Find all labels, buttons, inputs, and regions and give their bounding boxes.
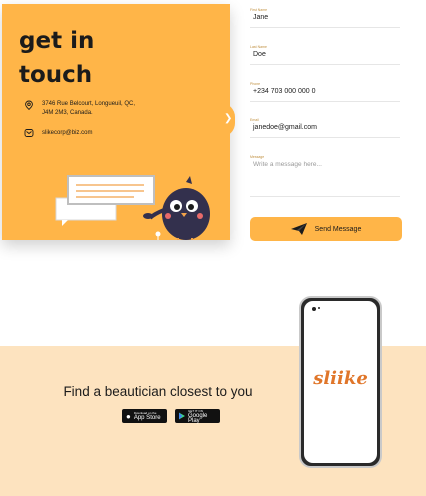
sliike-logo: sliike: [313, 368, 368, 389]
send-message-button[interactable]: Send Message: [250, 217, 402, 241]
first-name-field[interactable]: First Name Jane: [250, 8, 400, 28]
google-play-big-text: Google Play: [188, 412, 208, 424]
contact-card: get in touch 3746 Rue Belcourt, Longueui…: [2, 4, 230, 240]
promo-headline: Find a beautician closest to you: [63, 384, 253, 399]
last-name-field[interactable]: Last Name Doe: [250, 45, 400, 65]
email-text[interactable]: slikecorp@biz.com: [42, 128, 142, 138]
google-play-icon: [179, 412, 185, 420]
first-name-value[interactable]: Jane: [250, 13, 400, 23]
phone-field[interactable]: Phone +234 703 000 000 0: [250, 82, 400, 102]
email-field[interactable]: Email janedoe@gmail.com: [250, 118, 400, 138]
apple-icon: ●: [126, 411, 131, 421]
message-placeholder[interactable]: Write a message here...: [250, 160, 400, 170]
location-pin-icon: [25, 100, 33, 110]
paper-plane-icon: [290, 223, 307, 235]
slide-toggle-button[interactable]: ❯: [221, 103, 235, 137]
phone-value[interactable]: +234 703 000 000 0: [250, 87, 400, 97]
app-store-badge[interactable]: ● Download on the App Store: [122, 409, 167, 423]
app-store-big-text: App Store: [133, 415, 161, 421]
google-play-badge[interactable]: GET IT ON Google Play: [175, 409, 220, 424]
chevron-right-icon: ❯: [224, 113, 233, 124]
last-name-value[interactable]: Doe: [250, 50, 400, 60]
email-icon: [24, 129, 34, 137]
send-message-label: Send Message: [314, 225, 362, 233]
sensor-icon: [318, 307, 320, 309]
address-text: 3746 Rue Belcourt, Longueuil, QC, J4M 2M…: [42, 101, 136, 116]
message-field[interactable]: Message Write a message here...: [250, 155, 400, 197]
email-value[interactable]: janedoe@gmail.com: [250, 123, 400, 133]
phone-mockup: sliike: [299, 296, 382, 468]
mascot-illustration: [55, 175, 210, 240]
email-row: slikecorp@biz.com: [24, 128, 142, 138]
phone-screen: sliike: [304, 301, 377, 463]
contact-title: get in touch: [19, 28, 95, 88]
address-row: 3746 Rue Belcourt, Longueuil, QC, J4M 2M…: [24, 100, 142, 118]
chat-bubbles-icon: [55, 175, 155, 226]
camera-icon: [312, 307, 316, 311]
